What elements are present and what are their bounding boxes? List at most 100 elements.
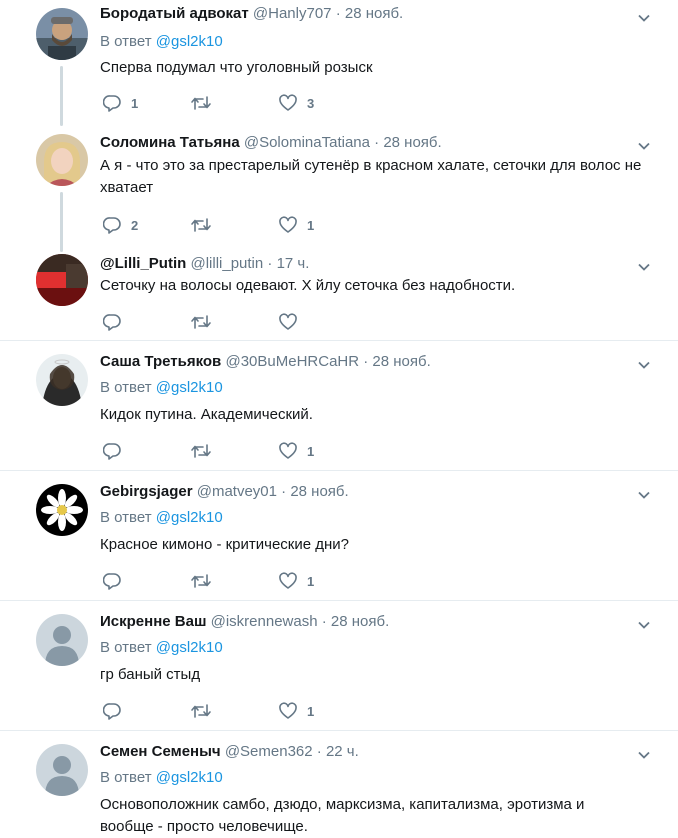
- author-handle[interactable]: @Hanly707: [253, 5, 332, 22]
- avatar[interactable]: [36, 134, 88, 186]
- reply-count: 1: [131, 95, 139, 111]
- tweet[interactable]: Семен Семеныч @Semen362 · 22 ч. В ответ …: [0, 731, 678, 837]
- author-name[interactable]: Саша Третьяков: [100, 353, 221, 370]
- heart-icon: [279, 572, 297, 589]
- author-handle[interactable]: @matvey01: [197, 483, 277, 500]
- reply-to-mention[interactable]: @gsl2k10: [156, 33, 223, 50]
- retweet-icon: [191, 96, 211, 110]
- author-name[interactable]: Соломина Татьяна: [100, 134, 240, 151]
- like-button[interactable]: 1: [279, 701, 314, 721]
- tweet[interactable]: Gebirgsjager @matvey01 · 28 нояб. В отве…: [0, 471, 678, 600]
- like-count: 1: [307, 217, 315, 233]
- reply-button[interactable]: 1: [103, 93, 138, 113]
- author-name[interactable]: @Lilli_Putin: [100, 255, 186, 272]
- like-button[interactable]: 1: [279, 571, 314, 591]
- timestamp[interactable]: 22 ч.: [326, 743, 359, 760]
- chevron-down-icon[interactable]: [636, 747, 652, 763]
- chevron-down-icon[interactable]: [636, 138, 652, 154]
- retweet-icon: [191, 218, 211, 232]
- retweet-button[interactable]: [190, 93, 222, 113]
- reply-to-mention[interactable]: @gsl2k10: [156, 639, 223, 656]
- thread-line: [60, 192, 63, 252]
- reply-to-mention[interactable]: @gsl2k10: [156, 509, 223, 526]
- author-handle[interactable]: @Semen362: [225, 743, 313, 760]
- retweet-button[interactable]: [190, 441, 222, 461]
- tweet-text: Кидок путина. Академический.: [100, 406, 313, 423]
- author-name[interactable]: Бородатый адвокат: [100, 5, 249, 22]
- heart-icon: [279, 216, 297, 233]
- like-button[interactable]: [279, 312, 307, 332]
- retweet-button[interactable]: [190, 215, 222, 235]
- separator-dot: ·: [335, 5, 341, 22]
- author-handle[interactable]: @iskrennewash: [211, 613, 318, 630]
- heart-icon: [279, 702, 297, 719]
- chevron-down-icon[interactable]: [636, 259, 652, 275]
- avatar[interactable]: [36, 484, 88, 536]
- author-name[interactable]: Искренне Ваш: [100, 613, 206, 630]
- reply-to-mention[interactable]: @gsl2k10: [156, 379, 223, 396]
- heart-icon: [279, 313, 297, 330]
- author-handle[interactable]: @SolominaTatiana: [244, 134, 370, 151]
- timestamp[interactable]: 28 нояб.: [345, 5, 403, 22]
- reply-icon: [103, 443, 121, 460]
- separator-dot: ·: [374, 134, 380, 151]
- like-button[interactable]: 1: [279, 441, 314, 461]
- thread-line: [60, 66, 63, 126]
- reply-button[interactable]: [103, 441, 131, 461]
- retweet-icon: [191, 574, 211, 588]
- retweet-button[interactable]: [190, 701, 222, 721]
- author-name[interactable]: Gebirgsjager: [100, 483, 193, 500]
- reply-button[interactable]: [103, 571, 131, 591]
- retweet-icon: [191, 444, 211, 458]
- reply-icon: [103, 703, 121, 720]
- avatar[interactable]: [36, 254, 88, 306]
- tweet-text: Сперва подумал что уголовный розыск: [100, 59, 373, 76]
- separator-dot: ·: [363, 353, 369, 370]
- reply-to-mention[interactable]: @gsl2k10: [156, 769, 223, 786]
- timestamp[interactable]: 28 нояб.: [331, 613, 389, 630]
- avatar[interactable]: [36, 8, 88, 60]
- author-name[interactable]: Семен Семеныч: [100, 743, 221, 760]
- separator-dot: ·: [281, 483, 287, 500]
- retweet-icon: [191, 704, 211, 718]
- reply-icon: [103, 95, 121, 112]
- timestamp[interactable]: 17 ч.: [277, 255, 310, 272]
- like-count: 3: [307, 95, 315, 111]
- retweet-button[interactable]: [190, 571, 222, 591]
- separator-dot: ·: [321, 613, 327, 630]
- chevron-down-icon[interactable]: [636, 617, 652, 633]
- retweet-icon: [191, 315, 211, 329]
- reply-button[interactable]: [103, 701, 131, 721]
- author-handle[interactable]: @lilli_putin: [190, 255, 263, 272]
- tweet[interactable]: Саша Третьяков @30BuMeHRCaHR · 28 нояб. …: [0, 341, 678, 470]
- tweet-text: А я - что это за престарелый сутенёр в к…: [100, 157, 642, 196]
- author-handle[interactable]: @30BuMeHRCaHR: [225, 353, 359, 370]
- reply-count: 2: [131, 217, 139, 233]
- reply-button[interactable]: [103, 312, 131, 332]
- chevron-down-icon[interactable]: [636, 487, 652, 503]
- timestamp[interactable]: 28 нояб.: [290, 483, 348, 500]
- tweet[interactable]: @Lilli_Putin @lilli_putin · 17 ч. Сеточк…: [0, 246, 678, 340]
- reply-button[interactable]: 2: [103, 215, 138, 235]
- chevron-down-icon[interactable]: [636, 10, 652, 26]
- tweet-text: Красное кимоно - критические дни?: [100, 536, 350, 553]
- heart-icon: [279, 94, 297, 111]
- reply-prefix: В ответ: [100, 769, 152, 786]
- tweet-text: Сеточку на волосы одевают. Х йлу сеточка…: [100, 277, 516, 294]
- avatar[interactable]: [36, 354, 88, 406]
- tweet-text: Основоположник самбо, дзюдо, марксизма, …: [100, 796, 585, 835]
- avatar[interactable]: [36, 614, 88, 666]
- heart-icon: [279, 442, 297, 459]
- reply-prefix: В ответ: [100, 639, 152, 656]
- like-button[interactable]: 1: [279, 215, 314, 235]
- like-button[interactable]: 3: [279, 93, 314, 113]
- chevron-down-icon[interactable]: [636, 357, 652, 373]
- tweet[interactable]: Соломина Татьяна @SolominaTatiana · 28 н…: [0, 126, 678, 252]
- timestamp[interactable]: 28 нояб.: [383, 134, 441, 151]
- retweet-button[interactable]: [190, 312, 222, 332]
- tweet[interactable]: Искренне Ваш @iskrennewash · 28 нояб. В …: [0, 601, 678, 730]
- separator-dot: ·: [316, 743, 322, 760]
- avatar[interactable]: [36, 744, 88, 796]
- like-count: 1: [307, 573, 315, 589]
- timestamp[interactable]: 28 нояб.: [372, 353, 430, 370]
